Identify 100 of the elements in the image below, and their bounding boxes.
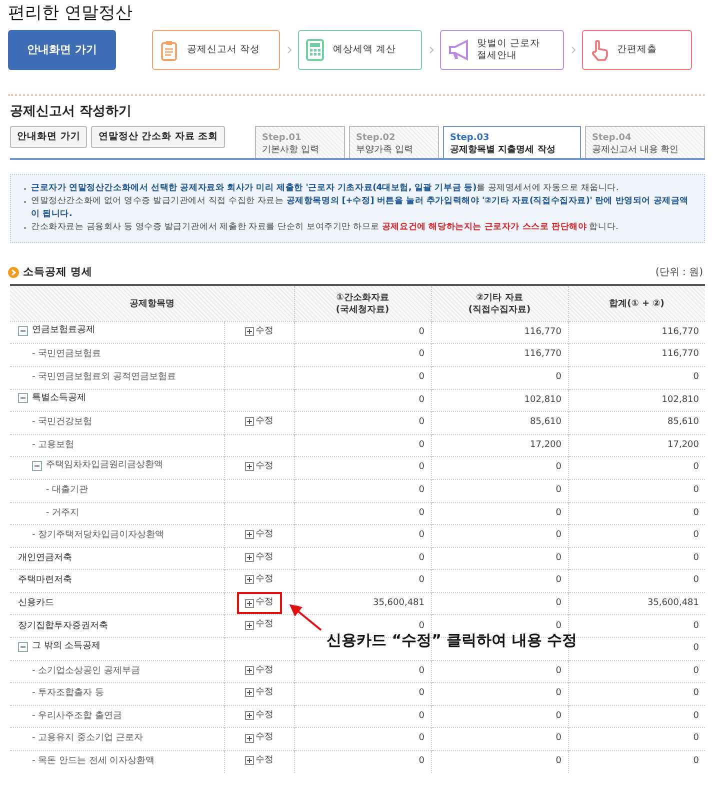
- table-cell: 0: [568, 547, 705, 570]
- item-label: - 고용유지 중소기업 근로자: [32, 733, 143, 744]
- edit-button[interactable]: 수정: [242, 550, 276, 566]
- item-label: - 국민연금보험료외 공적연금보험료: [32, 372, 176, 382]
- column-header: 합계(① + ②): [568, 285, 705, 322]
- plus-icon: [244, 756, 254, 766]
- table-cell: 0: [568, 570, 705, 592]
- table-cell: 0: [431, 456, 568, 480]
- table-cell: 0: [568, 660, 705, 683]
- table-cell: 0: [294, 524, 431, 548]
- plus-icon: [244, 530, 254, 540]
- table-cell: 0: [294, 570, 431, 592]
- plus-icon: [244, 598, 254, 608]
- notice-text: 연말정산간소화에 없어 영수증 발급기관에서 직접 수집한 자료는 공제항목명의 [+수정] 버튼을 눌러 추가입력해야 '②기타 자료(직접수집자료)' 란에 반영되어 공제금액이 됩니다.: [31, 196, 689, 218]
- plus-icon: [244, 417, 254, 426]
- table-cell: 0: [294, 344, 431, 366]
- edit-button[interactable]: 수정: [238, 594, 280, 612]
- table-cell: 0: [568, 728, 705, 751]
- step-card[interactable]: 간편제출: [582, 30, 692, 70]
- table-cell: 0: [431, 570, 568, 592]
- column-header: ②기타 자료 (직접수집자료): [431, 285, 568, 322]
- column-header: 공제항목명: [10, 285, 294, 322]
- edit-button[interactable]: 수정: [242, 730, 276, 746]
- item-label: - 국민연금보험료: [32, 349, 102, 360]
- table-cell: 0: [294, 682, 431, 706]
- collapse-icon[interactable]: [18, 642, 28, 652]
- table-cell: 0: [294, 660, 431, 683]
- arrow: [288, 602, 324, 633]
- table-cell: 0: [294, 479, 431, 502]
- step-card[interactable]: 예상세액 계산: [298, 30, 422, 70]
- table-cell: 0: [568, 479, 705, 502]
- edit-button[interactable]: 수정: [242, 685, 276, 701]
- table-cell: 116,770: [431, 321, 568, 344]
- table-title: 소득공제 명세: [23, 264, 93, 280]
- edit-button[interactable]: 수정: [242, 617, 276, 633]
- table-cell: 0: [568, 366, 705, 390]
- item-label: 그 밖의 소득공제: [32, 640, 101, 654]
- edit-button[interactable]: 수정: [242, 414, 276, 430]
- table-cell: 0: [294, 728, 431, 751]
- item-label: 장기집합투자증권저축: [18, 620, 108, 631]
- table-cell: 0: [568, 502, 705, 525]
- plus-icon: [244, 326, 254, 336]
- collapse-icon[interactable]: [18, 393, 28, 404]
- table-cell: 0: [294, 456, 431, 480]
- item-label: - 소기업소상공인 공제부금: [32, 666, 140, 676]
- collapse-icon[interactable]: [18, 326, 28, 336]
- edit-button[interactable]: 수정: [242, 662, 276, 678]
- table-cell: 0: [568, 456, 705, 480]
- collapse-icon[interactable]: [32, 461, 42, 472]
- edit-button[interactable]: 수정: [242, 527, 276, 543]
- plus-icon: [244, 575, 254, 584]
- item-label: - 국민건강보험: [32, 417, 92, 428]
- home-button[interactable]: 안내화면 가기: [8, 30, 116, 70]
- table-cell: 17,200: [431, 434, 568, 457]
- action-button[interactable]: 연말정산 간소화 자료 조회: [91, 126, 226, 148]
- step-tab[interactable]: Step.04 공제신고서 내용 확인: [585, 126, 705, 158]
- item-label: - 장기주택저당차입금이자상환액: [32, 530, 164, 540]
- table-cell: 0: [294, 366, 431, 390]
- table-cell: 0: [431, 547, 568, 570]
- table-cell: 85,610: [431, 412, 568, 434]
- notice-text: 근로자가 연말정산간소화에서 선택한 공제자료와 회사가 미리 제출한 '근로자 기초자료(4대보험, 일괄 기부금 등)를 공제명세서에 자동으로 채웁니다.: [31, 182, 619, 192]
- megaphone-icon: [447, 39, 469, 61]
- table-cell: 17,200: [568, 434, 705, 457]
- pointing-hand-icon: [589, 39, 609, 61]
- table-cell: 0: [568, 524, 705, 548]
- table-cell: 0: [431, 728, 568, 751]
- table-cell: 0: [431, 366, 568, 390]
- table-cell: 116,770: [568, 321, 705, 344]
- plus-icon: [244, 711, 254, 720]
- step-tab[interactable]: Step.01 기본사항 입력: [255, 126, 345, 158]
- plus-icon: [244, 734, 254, 743]
- item-label: 연금보험료공제: [32, 324, 95, 337]
- edit-button[interactable]: 수정: [242, 459, 276, 475]
- column-header: ①간소화자료 (국세청자료): [294, 285, 431, 322]
- step-tab[interactable]: Step.03 공제항목별 지출명세 작성: [443, 126, 581, 158]
- arrow-bullet-icon: [8, 266, 19, 278]
- table-cell: 0: [568, 705, 705, 728]
- clipboard-icon: [159, 40, 179, 60]
- edit-button[interactable]: 수정: [242, 708, 276, 724]
- chevron-icon: [570, 46, 576, 54]
- table-cell: 102,810: [431, 389, 568, 412]
- action-button[interactable]: 안내화면 가기: [10, 126, 88, 148]
- item-label: - 우리사주조합 출연금: [32, 710, 122, 721]
- table-cell: 0: [294, 502, 431, 525]
- table-cell: 0: [294, 434, 431, 457]
- table-cell: 0: [294, 389, 431, 412]
- step-card[interactable]: 공제신고서 작성: [152, 30, 280, 70]
- table-cell: 35,600,481: [294, 592, 431, 615]
- table-cell: 0: [431, 660, 568, 683]
- table-cell: 0: [294, 750, 431, 774]
- chevron-icon: [428, 46, 434, 54]
- plus-icon: [244, 666, 254, 675]
- edit-button[interactable]: 수정: [242, 572, 276, 588]
- step-card[interactable]: 맞벌이 근로자 절세안내: [440, 30, 564, 70]
- plus-icon: [244, 620, 254, 630]
- item-label: - 투자조합출자 등: [32, 688, 104, 698]
- edit-button[interactable]: 수정: [242, 324, 276, 340]
- step-tab[interactable]: Step.02 부양가족 입력: [349, 126, 439, 158]
- edit-button[interactable]: 수정: [242, 753, 276, 769]
- table-cell: 116,770: [568, 344, 705, 366]
